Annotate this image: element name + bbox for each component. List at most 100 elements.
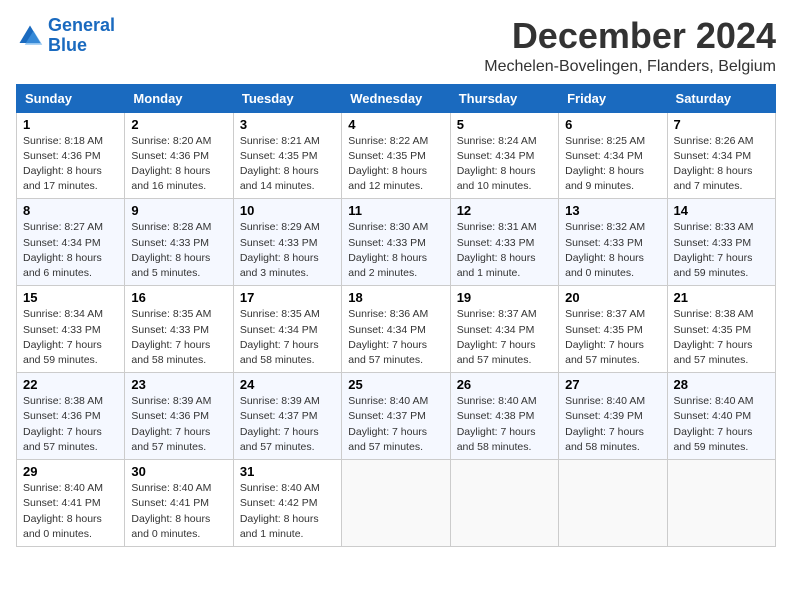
day-info: Sunrise: 8:37 AMSunset: 4:34 PMDaylight:… [457, 307, 552, 368]
day-number: 9 [131, 203, 226, 218]
calendar-week-row: 8Sunrise: 8:27 AMSunset: 4:34 PMDaylight… [17, 199, 776, 286]
calendar-cell: 5 Sunrise: 8:24 AMSunset: 4:34 PMDaylight… [450, 112, 558, 199]
header-saturday: Saturday [667, 84, 775, 112]
calendar-cell: 17 Sunrise: 8:35 AMSunset: 4:34 PMDayligh… [233, 286, 341, 373]
day-number: 24 [240, 377, 335, 392]
day-number: 13 [565, 203, 660, 218]
calendar-cell: 26 Sunrise: 8:40 AMSunset: 4:38 PMDayligh… [450, 373, 558, 460]
day-info: Sunrise: 8:27 AMSunset: 4:34 PMDaylight:… [23, 220, 118, 281]
logo-line1: General [48, 15, 115, 35]
day-info: Sunrise: 8:40 AMSunset: 4:39 PMDaylight:… [565, 394, 660, 455]
day-number: 21 [674, 290, 769, 305]
calendar-cell: 27 Sunrise: 8:40 AMSunset: 4:39 PMDayligh… [559, 373, 667, 460]
day-info: Sunrise: 8:30 AMSunset: 4:33 PMDaylight:… [348, 220, 443, 281]
day-info: Sunrise: 8:18 AMSunset: 4:36 PMDaylight:… [23, 134, 118, 195]
calendar-table: SundayMondayTuesdayWednesdayThursdayFrid… [16, 84, 776, 547]
day-number: 15 [23, 290, 118, 305]
day-info: Sunrise: 8:40 AMSunset: 4:37 PMDaylight:… [348, 394, 443, 455]
day-number: 6 [565, 117, 660, 132]
day-info: Sunrise: 8:22 AMSunset: 4:35 PMDaylight:… [348, 134, 443, 195]
calendar-cell: 30Sunrise: 8:40 AMSunset: 4:41 PMDayligh… [125, 460, 233, 547]
calendar-cell: 29 Sunrise: 8:40 AMSunset: 4:41 PMDayligh… [17, 460, 125, 547]
header-wednesday: Wednesday [342, 84, 450, 112]
day-info: Sunrise: 8:25 AMSunset: 4:34 PMDaylight:… [565, 134, 660, 195]
day-number: 20 [565, 290, 660, 305]
day-number: 17 [240, 290, 335, 305]
day-info: Sunrise: 8:33 AMSunset: 4:33 PMDaylight:… [674, 220, 769, 281]
day-number: 3 [240, 117, 335, 132]
calendar-cell [450, 460, 558, 547]
day-number: 28 [674, 377, 769, 392]
calendar-cell: 9 Sunrise: 8:28 AMSunset: 4:33 PMDaylight… [125, 199, 233, 286]
day-number: 27 [565, 377, 660, 392]
calendar-cell: 13 Sunrise: 8:32 AMSunset: 4:33 PMDayligh… [559, 199, 667, 286]
calendar-cell [342, 460, 450, 547]
logo: General Blue [16, 16, 115, 56]
day-info: Sunrise: 8:26 AMSunset: 4:34 PMDaylight:… [674, 134, 769, 195]
day-number: 1 [23, 117, 118, 132]
calendar-cell: 23 Sunrise: 8:39 AMSunset: 4:36 PMDayligh… [125, 373, 233, 460]
day-number: 7 [674, 117, 769, 132]
day-number: 14 [674, 203, 769, 218]
calendar-cell: 1 Sunrise: 8:18 AMSunset: 4:36 PMDaylight… [17, 112, 125, 199]
day-number: 23 [131, 377, 226, 392]
day-number: 12 [457, 203, 552, 218]
day-info: Sunrise: 8:40 AMSunset: 4:41 PMDaylight:… [23, 481, 118, 542]
page-header: General Blue December 2024 Mechelen-Bove… [16, 16, 776, 76]
calendar-cell [559, 460, 667, 547]
day-number: 22 [23, 377, 118, 392]
month-title: December 2024 [484, 16, 776, 56]
day-info: Sunrise: 8:35 AMSunset: 4:33 PMDaylight:… [131, 307, 226, 368]
day-number: 25 [348, 377, 443, 392]
day-info: Sunrise: 8:39 AMSunset: 4:36 PMDaylight:… [131, 394, 226, 455]
header-monday: Monday [125, 84, 233, 112]
calendar-week-row: 15 Sunrise: 8:34 AMSunset: 4:33 PMDayligh… [17, 286, 776, 373]
day-info: Sunrise: 8:24 AMSunset: 4:34 PMDaylight:… [457, 134, 552, 195]
day-info: Sunrise: 8:40 AMSunset: 4:40 PMDaylight:… [674, 394, 769, 455]
calendar-cell: 12 Sunrise: 8:31 AMSunset: 4:33 PMDayligh… [450, 199, 558, 286]
title-block: December 2024 Mechelen-Bovelingen, Fland… [484, 16, 776, 76]
day-number: 11 [348, 203, 443, 218]
calendar-cell: 16 Sunrise: 8:35 AMSunset: 4:33 PMDayligh… [125, 286, 233, 373]
day-number: 29 [23, 464, 118, 479]
calendar-cell [667, 460, 775, 547]
day-info: Sunrise: 8:28 AMSunset: 4:33 PMDaylight:… [131, 220, 226, 281]
calendar-week-row: 29 Sunrise: 8:40 AMSunset: 4:41 PMDayligh… [17, 460, 776, 547]
day-info: Sunrise: 8:40 AMSunset: 4:41 PMDaylight:… [131, 481, 226, 542]
day-info: Sunrise: 8:37 AMSunset: 4:35 PMDaylight:… [565, 307, 660, 368]
calendar-cell: 14 Sunrise: 8:33 AMSunset: 4:33 PMDayligh… [667, 199, 775, 286]
calendar-cell: 25 Sunrise: 8:40 AMSunset: 4:37 PMDayligh… [342, 373, 450, 460]
day-number: 10 [240, 203, 335, 218]
day-number: 19 [457, 290, 552, 305]
day-info: Sunrise: 8:34 AMSunset: 4:33 PMDaylight:… [23, 307, 118, 368]
header-tuesday: Tuesday [233, 84, 341, 112]
calendar-cell: 18Sunrise: 8:36 AMSunset: 4:34 PMDayligh… [342, 286, 450, 373]
day-number: 18 [348, 290, 443, 305]
day-info: Sunrise: 8:31 AMSunset: 4:33 PMDaylight:… [457, 220, 552, 281]
calendar-header-row: SundayMondayTuesdayWednesdayThursdayFrid… [17, 84, 776, 112]
calendar-week-row: 1 Sunrise: 8:18 AMSunset: 4:36 PMDaylight… [17, 112, 776, 199]
calendar-cell: 7 Sunrise: 8:26 AMSunset: 4:34 PMDaylight… [667, 112, 775, 199]
day-number: 5 [457, 117, 552, 132]
calendar-cell: 22Sunrise: 8:38 AMSunset: 4:36 PMDayligh… [17, 373, 125, 460]
day-info: Sunrise: 8:29 AMSunset: 4:33 PMDaylight:… [240, 220, 335, 281]
calendar-cell: 31Sunrise: 8:40 AMSunset: 4:42 PMDayligh… [233, 460, 341, 547]
day-number: 16 [131, 290, 226, 305]
calendar-cell: 3Sunrise: 8:21 AMSunset: 4:35 PMDaylight… [233, 112, 341, 199]
calendar-cell: 11 Sunrise: 8:30 AMSunset: 4:33 PMDayligh… [342, 199, 450, 286]
day-info: Sunrise: 8:40 AMSunset: 4:42 PMDaylight:… [240, 481, 335, 542]
calendar-cell: 24Sunrise: 8:39 AMSunset: 4:37 PMDayligh… [233, 373, 341, 460]
day-info: Sunrise: 8:38 AMSunset: 4:35 PMDaylight:… [674, 307, 769, 368]
day-info: Sunrise: 8:32 AMSunset: 4:33 PMDaylight:… [565, 220, 660, 281]
day-info: Sunrise: 8:40 AMSunset: 4:38 PMDaylight:… [457, 394, 552, 455]
calendar-cell: 4 Sunrise: 8:22 AMSunset: 4:35 PMDaylight… [342, 112, 450, 199]
day-number: 2 [131, 117, 226, 132]
calendar-week-row: 22Sunrise: 8:38 AMSunset: 4:36 PMDayligh… [17, 373, 776, 460]
day-number: 26 [457, 377, 552, 392]
calendar-cell: 28 Sunrise: 8:40 AMSunset: 4:40 PMDayligh… [667, 373, 775, 460]
day-number: 4 [348, 117, 443, 132]
header-thursday: Thursday [450, 84, 558, 112]
day-info: Sunrise: 8:35 AMSunset: 4:34 PMDaylight:… [240, 307, 335, 368]
location-subtitle: Mechelen-Bovelingen, Flanders, Belgium [484, 58, 776, 76]
calendar-cell: 6 Sunrise: 8:25 AMSunset: 4:34 PMDaylight… [559, 112, 667, 199]
